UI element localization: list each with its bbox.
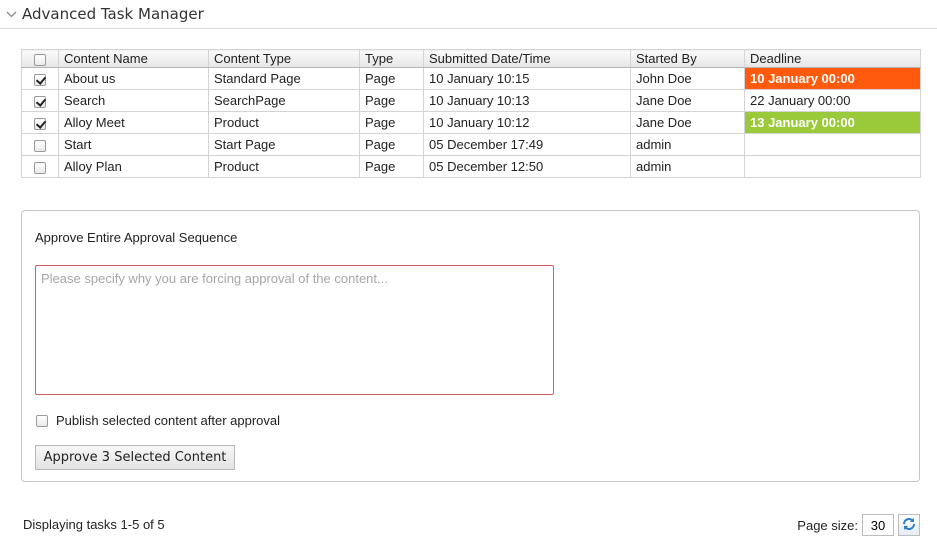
cell-started-by: admin (630, 133, 745, 156)
publish-checkbox[interactable] (36, 414, 48, 427)
cell-content-name: Start (58, 133, 209, 156)
row-checkbox[interactable] (34, 139, 46, 152)
cell-deadline (744, 133, 921, 156)
cell-content-type: Product (208, 155, 360, 178)
cell-deadline: 10 January 00:00 (744, 67, 921, 90)
table-row[interactable]: About us Standard Page Page 10 January 1… (21, 67, 921, 90)
col-type[interactable]: Type (359, 49, 424, 68)
col-content-type[interactable]: Content Type (208, 49, 360, 68)
grid-status: Displaying tasks 1-5 of 5 (23, 517, 165, 532)
row-checkbox[interactable] (34, 161, 46, 174)
cell-started-by: admin (630, 155, 745, 178)
page-size-input[interactable] (862, 514, 894, 536)
approve-button[interactable]: Approve 3 Selected Content (35, 445, 235, 470)
cell-submitted: 05 December 12:50 (423, 155, 631, 178)
row-checkbox[interactable] (34, 73, 46, 86)
task-grid: Content Name Content Type Type Submitted… (21, 49, 921, 178)
cell-type: Page (359, 155, 424, 178)
cell-content-type: Start Page (208, 133, 360, 156)
select-all-cell[interactable] (21, 49, 59, 68)
publish-option[interactable]: Publish selected content after approval (36, 413, 280, 428)
chevron-down-icon[interactable] (0, 0, 22, 29)
table-row[interactable]: Search SearchPage Page 10 January 10:13 … (21, 89, 921, 112)
cell-type: Page (359, 133, 424, 156)
col-content-name[interactable]: Content Name (58, 49, 209, 68)
approval-comment-input[interactable] (35, 265, 554, 395)
cell-started-by: Jane Doe (630, 89, 745, 112)
cell-started-by: John Doe (630, 67, 745, 90)
cell-submitted: 10 January 10:15 (423, 67, 631, 90)
cell-content-type: Standard Page (208, 67, 360, 90)
cell-deadline: 22 January 00:00 (744, 89, 921, 112)
cell-deadline (744, 155, 921, 178)
cell-content-name: Alloy Meet (58, 111, 209, 134)
cell-content-type: SearchPage (208, 89, 360, 112)
col-submitted[interactable]: Submitted Date/Time (423, 49, 631, 68)
cell-type: Page (359, 67, 424, 90)
pager: Page size: (797, 514, 920, 536)
grid-header-row: Content Name Content Type Type Submitted… (21, 49, 921, 68)
cell-submitted: 10 January 10:13 (423, 89, 631, 112)
cell-deadline: 13 January 00:00 (744, 111, 921, 134)
col-started-by[interactable]: Started By (630, 49, 745, 68)
approval-title: Approve Entire Approval Sequence (35, 230, 238, 245)
row-checkbox[interactable] (34, 117, 46, 130)
cell-submitted: 05 December 17:49 (423, 133, 631, 156)
page-title: Advanced Task Manager (22, 5, 204, 23)
select-all-checkbox[interactable] (34, 53, 46, 66)
cell-submitted: 10 January 10:12 (423, 111, 631, 134)
cell-started-by: Jane Doe (630, 111, 745, 134)
cell-type: Page (359, 111, 424, 134)
cell-content-type: Product (208, 111, 360, 134)
table-row[interactable]: Alloy Plan Product Page 05 December 12:5… (21, 155, 921, 178)
col-deadline[interactable]: Deadline (744, 49, 921, 68)
cell-content-name: Search (58, 89, 209, 112)
publish-label: Publish selected content after approval (56, 413, 281, 428)
table-row[interactable]: Alloy Meet Product Page 10 January 10:12… (21, 111, 921, 134)
approval-panel: Approve Entire Approval Sequence Publish… (21, 210, 920, 482)
cell-content-name: About us (58, 67, 209, 90)
refresh-button[interactable] (898, 514, 920, 536)
page-size-label: Page size: (797, 517, 858, 533)
refresh-icon (901, 516, 917, 535)
panel-header[interactable]: Advanced Task Manager (0, 0, 937, 29)
cell-content-name: Alloy Plan (58, 155, 209, 178)
row-checkbox[interactable] (34, 95, 46, 108)
table-row[interactable]: Start Start Page Page 05 December 17:49 … (21, 133, 921, 156)
cell-type: Page (359, 89, 424, 112)
